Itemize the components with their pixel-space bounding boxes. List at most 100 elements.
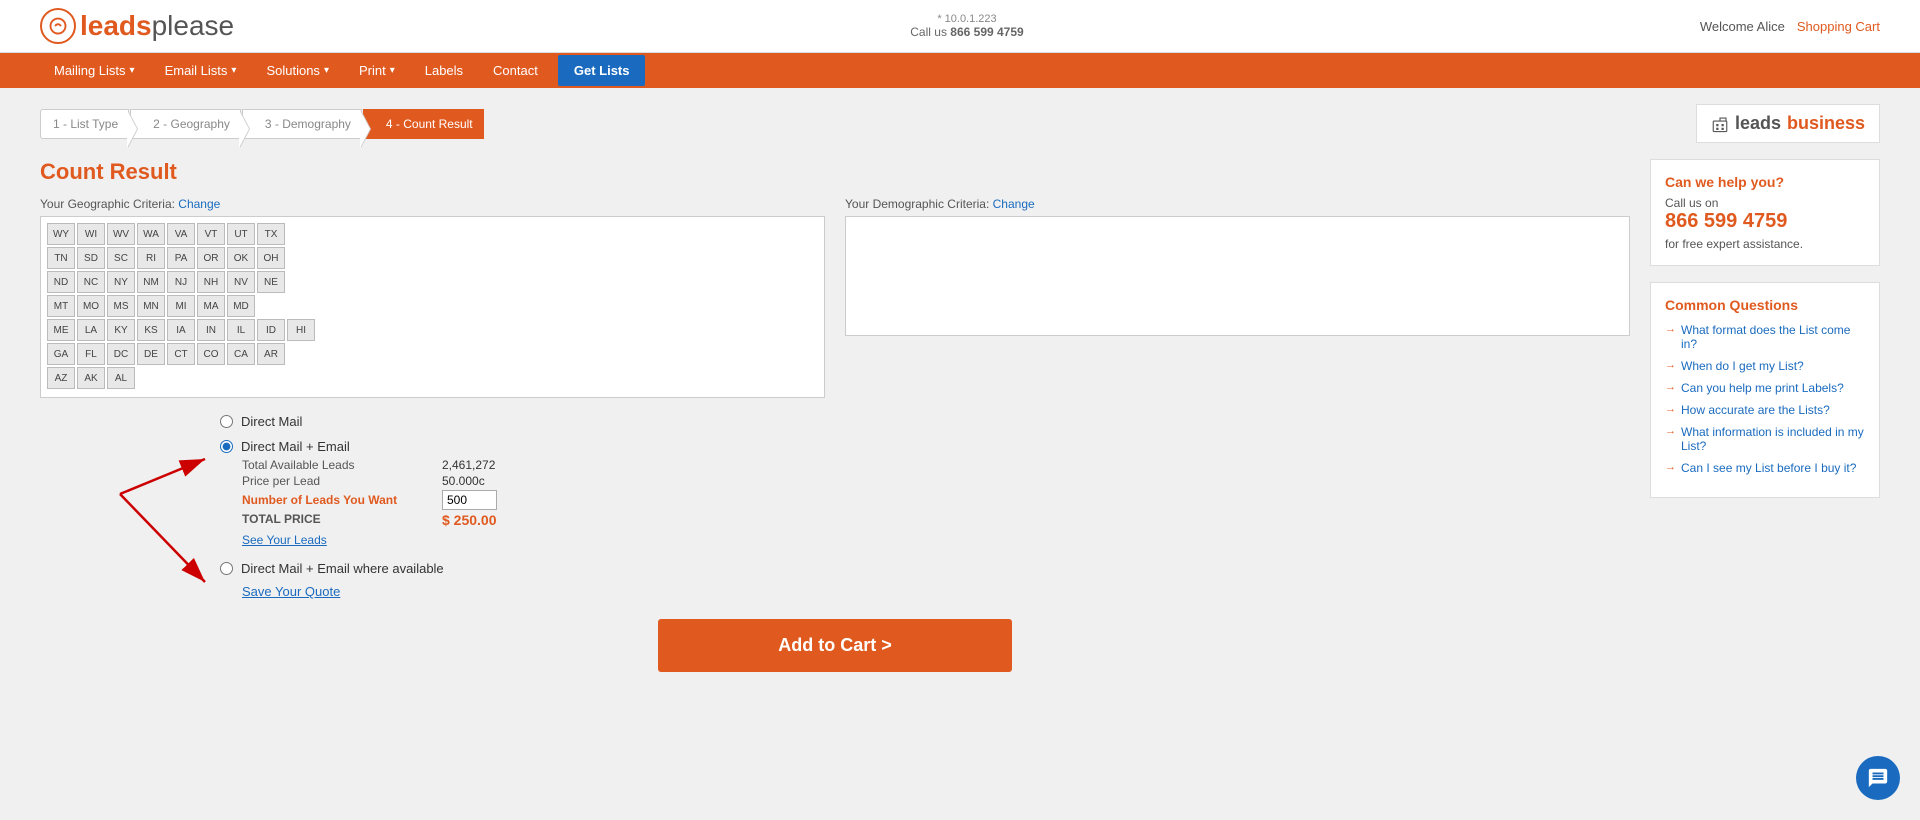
- state-ID[interactable]: ID: [257, 319, 285, 341]
- building-icon: [1711, 115, 1729, 133]
- criteria-row: Your Geographic Criteria: Change WY WI W…: [40, 197, 1630, 398]
- state-HI[interactable]: HI: [287, 319, 315, 341]
- breadcrumb-step-1[interactable]: 1 - List Type: [40, 109, 129, 139]
- state-DE[interactable]: DE: [137, 343, 165, 365]
- state-UT[interactable]: UT: [227, 223, 255, 245]
- get-lists-button[interactable]: Get Lists: [558, 55, 646, 86]
- state-MI[interactable]: MI: [167, 295, 195, 317]
- state-TX[interactable]: TX: [257, 223, 285, 245]
- state-LA[interactable]: LA: [77, 319, 105, 341]
- faq-item-2[interactable]: → When do I get my List?: [1665, 359, 1865, 373]
- nav-print[interactable]: Print ▾: [345, 53, 409, 88]
- chat-icon: [1867, 767, 1889, 789]
- logo-text: leadsplease: [80, 10, 234, 42]
- state-TN[interactable]: TN: [47, 247, 75, 269]
- state-ME[interactable]: ME: [47, 319, 75, 341]
- save-quote-link[interactable]: Save Your Quote: [242, 584, 340, 599]
- state-NE[interactable]: NE: [257, 271, 285, 293]
- demo-change-link[interactable]: Change: [993, 197, 1035, 211]
- help-phone: 866 599 4759: [1665, 210, 1865, 233]
- state-RI[interactable]: RI: [137, 247, 165, 269]
- add-to-cart-button[interactable]: Add to Cart >: [658, 619, 1012, 672]
- faq-item-5[interactable]: → What information is included in my Lis…: [1665, 425, 1865, 453]
- faq-item-6[interactable]: → Can I see my List before I buy it?: [1665, 461, 1865, 475]
- nav-labels[interactable]: Labels: [411, 53, 477, 88]
- nav-contact[interactable]: Contact: [479, 53, 552, 88]
- state-AZ[interactable]: AZ: [47, 367, 75, 389]
- demo-criteria-label: Your Demographic Criteria: Change: [845, 197, 1630, 211]
- num-leads-input[interactable]: [442, 490, 497, 510]
- state-SC[interactable]: SC: [107, 247, 135, 269]
- state-KY[interactable]: KY: [107, 319, 135, 341]
- state-WA[interactable]: WA: [137, 223, 165, 245]
- state-MN[interactable]: MN: [137, 295, 165, 317]
- state-IA[interactable]: IA: [167, 319, 195, 341]
- geo-criteria: Your Geographic Criteria: Change WY WI W…: [40, 197, 825, 398]
- faq-item-3[interactable]: → Can you help me print Labels?: [1665, 381, 1865, 395]
- nav-solutions[interactable]: Solutions ▾: [252, 53, 343, 88]
- nav-email-lists[interactable]: Email Lists ▾: [151, 53, 251, 88]
- state-IL[interactable]: IL: [227, 319, 255, 341]
- state-DC[interactable]: DC: [107, 343, 135, 365]
- state-FL[interactable]: FL: [77, 343, 105, 365]
- state-CO[interactable]: CO: [197, 343, 225, 365]
- see-your-leads-link[interactable]: See Your Leads: [242, 533, 327, 547]
- state-OH[interactable]: OH: [257, 247, 285, 269]
- state-MS[interactable]: MS: [107, 295, 135, 317]
- state-NY[interactable]: NY: [107, 271, 135, 293]
- state-WY[interactable]: WY: [47, 223, 75, 245]
- state-CT[interactable]: CT: [167, 343, 195, 365]
- state-OR[interactable]: OR: [197, 247, 225, 269]
- total-leads-row: Total Available Leads 2,461,272: [242, 458, 1630, 472]
- state-OK[interactable]: OK: [227, 247, 255, 269]
- faq-item-1[interactable]: → What format does the List come in?: [1665, 323, 1865, 351]
- add-to-cart-container: Add to Cart >: [40, 619, 1630, 672]
- demo-criteria-box: [845, 216, 1630, 336]
- state-PA[interactable]: PA: [167, 247, 195, 269]
- state-AR[interactable]: AR: [257, 343, 285, 365]
- arrow-icon: →: [1665, 461, 1676, 473]
- options-container: Direct Mail Direct Mail + Email Total Av…: [40, 414, 1630, 599]
- state-NM[interactable]: NM: [137, 271, 165, 293]
- state-MD[interactable]: MD: [227, 295, 255, 317]
- breadcrumb-step-3[interactable]: 3 - Demography: [242, 109, 362, 139]
- state-IN[interactable]: IN: [197, 319, 225, 341]
- direct-mail-email-radio[interactable]: [220, 440, 233, 453]
- total-leads-label: Total Available Leads: [242, 458, 442, 472]
- state-MA[interactable]: MA: [197, 295, 225, 317]
- faq-box: Common Questions → What format does the …: [1650, 282, 1880, 498]
- help-subtitle: for free expert assistance.: [1665, 237, 1865, 251]
- state-KS[interactable]: KS: [137, 319, 165, 341]
- num-leads-row: Number of Leads You Want: [242, 490, 1630, 510]
- chevron-down-icon: ▾: [324, 65, 329, 76]
- state-CA[interactable]: CA: [227, 343, 255, 365]
- state-SD[interactable]: SD: [77, 247, 105, 269]
- chat-button[interactable]: [1856, 756, 1900, 800]
- direct-mail-option: Direct Mail: [220, 414, 1630, 429]
- state-NC[interactable]: NC: [77, 271, 105, 293]
- nav-mailing-lists[interactable]: Mailing Lists ▾: [40, 53, 149, 88]
- state-NJ[interactable]: NJ: [167, 271, 195, 293]
- state-NH[interactable]: NH: [197, 271, 225, 293]
- breadcrumb-step-2[interactable]: 2 - Geography: [130, 109, 241, 139]
- faq-item-4[interactable]: → How accurate are the Lists?: [1665, 403, 1865, 417]
- state-MT[interactable]: MT: [47, 295, 75, 317]
- direct-mail-radio[interactable]: [220, 415, 233, 428]
- state-WV[interactable]: WV: [107, 223, 135, 245]
- state-VT[interactable]: VT: [197, 223, 225, 245]
- geo-change-link[interactable]: Change: [178, 197, 220, 211]
- dm-email-avail-radio[interactable]: [220, 562, 233, 575]
- state-AL[interactable]: AL: [107, 367, 135, 389]
- state-grid: WY WI WV WA VA VT UT TX TN SD SC: [40, 216, 825, 398]
- state-AK[interactable]: AK: [77, 367, 105, 389]
- state-VA[interactable]: VA: [167, 223, 195, 245]
- shopping-cart-link[interactable]: Shopping Cart: [1797, 19, 1880, 34]
- state-GA[interactable]: GA: [47, 343, 75, 365]
- geo-criteria-label: Your Geographic Criteria: Change: [40, 197, 825, 211]
- state-ND[interactable]: ND: [47, 271, 75, 293]
- state-NV[interactable]: NV: [227, 271, 255, 293]
- chevron-down-icon: ▾: [390, 65, 395, 76]
- state-WI[interactable]: WI: [77, 223, 105, 245]
- state-MO[interactable]: MO: [77, 295, 105, 317]
- breadcrumb-step-4[interactable]: 4 - Count Result: [363, 109, 484, 139]
